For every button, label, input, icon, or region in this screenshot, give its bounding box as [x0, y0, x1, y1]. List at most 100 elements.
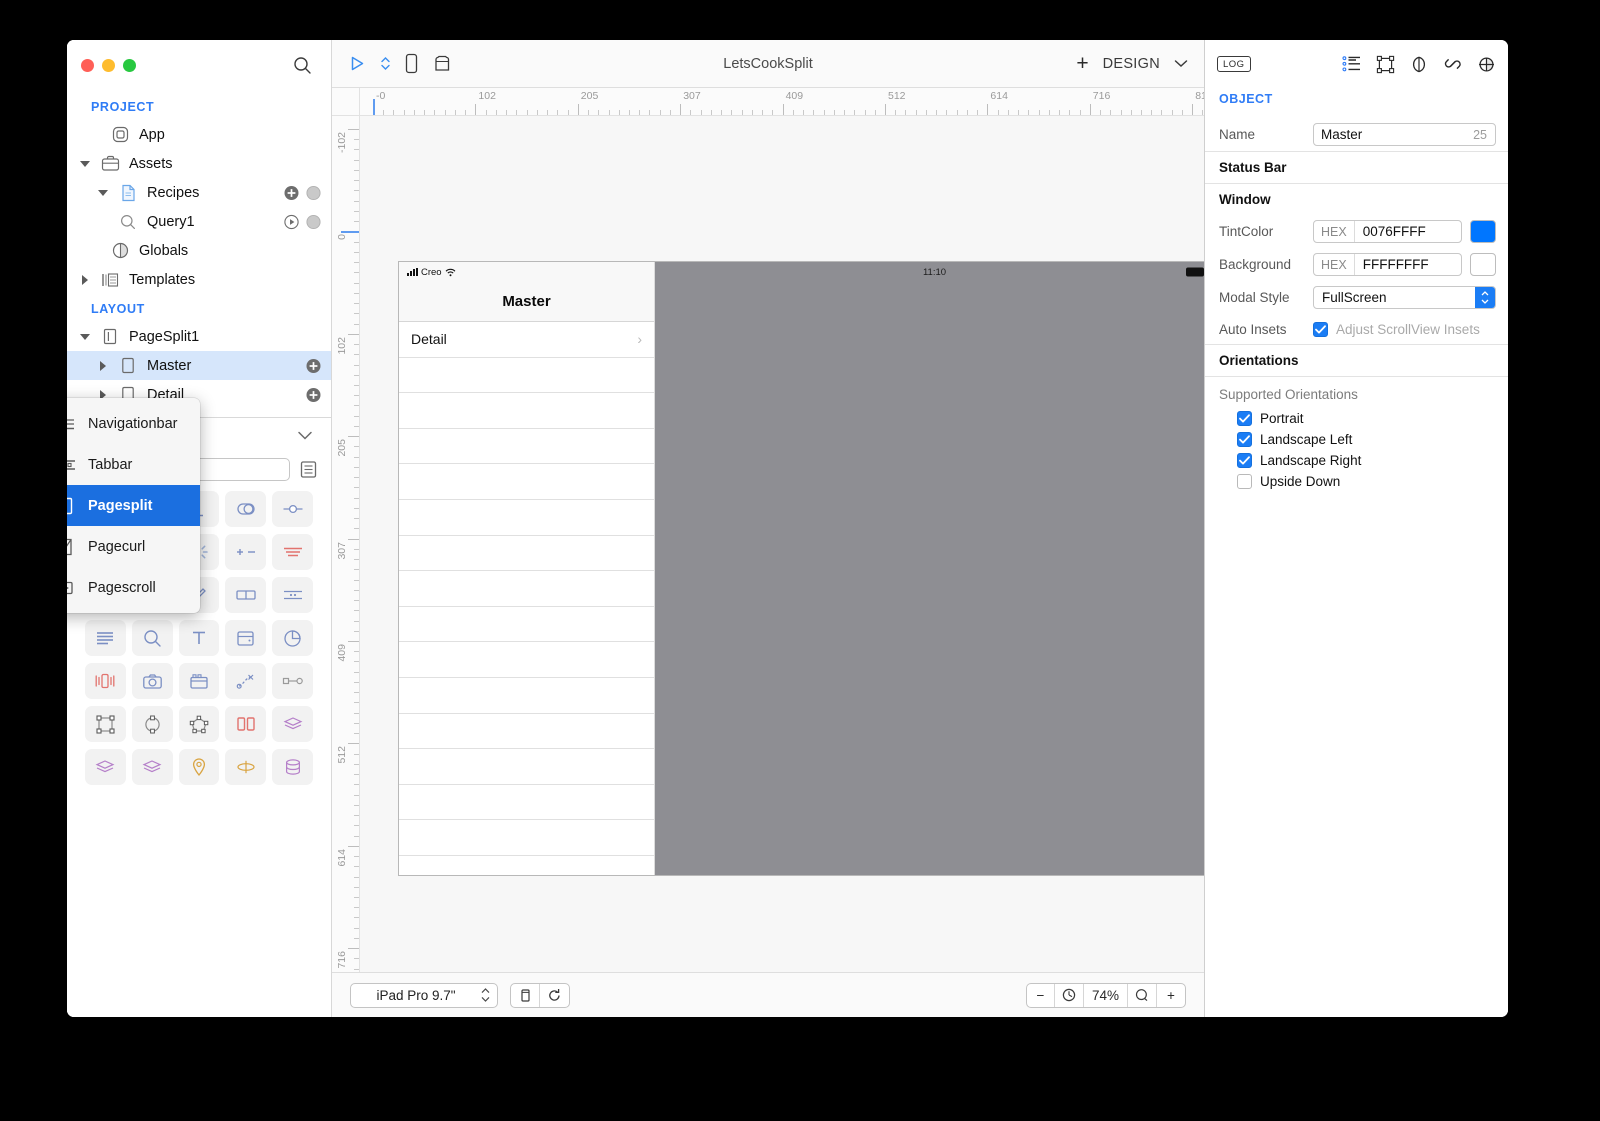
- tree-row-assets[interactable]: Assets: [67, 149, 331, 178]
- stepper-icon[interactable]: [225, 534, 267, 570]
- link-nodes-icon[interactable]: [272, 663, 313, 699]
- camera-icon[interactable]: [131, 663, 173, 699]
- close-window-button[interactable]: [81, 58, 94, 72]
- menu-item-pagesplit[interactable]: Pagesplit: [67, 485, 200, 526]
- device-table-row[interactable]: [399, 856, 654, 875]
- polygon-node-icon[interactable]: [178, 706, 220, 742]
- artboard-area[interactable]: Creo Master Detail › 11:10: [360, 116, 1204, 972]
- menu-item-tabbar[interactable]: Tabbar: [67, 444, 200, 485]
- card-icon[interactable]: [225, 620, 267, 656]
- search-icon[interactable]: [291, 54, 313, 76]
- style-icon[interactable]: [1409, 55, 1429, 74]
- transform-icon[interactable]: [85, 706, 126, 742]
- device-table-row[interactable]: [399, 642, 654, 678]
- circle-node-icon[interactable]: [131, 706, 173, 742]
- window-header[interactable]: Window: [1205, 184, 1508, 215]
- tree-row-recipes[interactable]: Recipes: [67, 178, 331, 207]
- layers-icon[interactable]: [272, 706, 313, 742]
- device-table-row[interactable]: [399, 714, 654, 750]
- orientation-landscape-left-checkbox[interactable]: [1237, 432, 1252, 447]
- device-preview-icon[interactable]: [404, 53, 419, 74]
- status-bar-header[interactable]: Status Bar: [1205, 151, 1508, 184]
- add-recipe-plus-icon[interactable]: [284, 185, 299, 200]
- recipe-status-circle-icon[interactable]: [306, 185, 321, 200]
- database-icon[interactable]: [272, 749, 313, 785]
- device-table-row[interactable]: [399, 607, 654, 643]
- bindings-link-icon[interactable]: [1443, 55, 1463, 73]
- twisty-master[interactable]: [95, 351, 111, 380]
- orientation-icon[interactable]: [511, 983, 540, 1007]
- tree-row-globals[interactable]: Globals: [67, 236, 331, 265]
- orientation-landscape-right-row[interactable]: Landscape Right: [1205, 450, 1508, 471]
- zoom-fit-icon[interactable]: [1055, 983, 1084, 1007]
- tree-row-pagesplit1[interactable]: PageSplit1: [67, 322, 331, 351]
- device-table-row[interactable]: [399, 464, 654, 500]
- device-table-row[interactable]: Detail ›: [399, 322, 654, 358]
- slider-icon[interactable]: [272, 491, 313, 527]
- background-swatch[interactable]: [1470, 253, 1496, 276]
- switch-icon[interactable]: [225, 491, 267, 527]
- twisty-assets[interactable]: [77, 149, 93, 178]
- background-hex-field[interactable]: HEX FFFFFFFF: [1313, 253, 1462, 276]
- run-query-play-icon[interactable]: [284, 214, 299, 229]
- device-table-row[interactable]: [399, 429, 654, 465]
- modal-style-select[interactable]: FullScreen: [1313, 286, 1496, 309]
- device-preview[interactable]: Creo Master Detail › 11:10: [398, 261, 1204, 876]
- add-child-plus-icon[interactable]: [306, 387, 321, 402]
- chevron-down-icon[interactable]: [1174, 59, 1188, 68]
- orbit-icon[interactable]: [225, 749, 267, 785]
- vertical-ruler[interactable]: -102010220530740951261471681992192: [332, 116, 360, 972]
- zoom-out-button[interactable]: −: [1027, 983, 1055, 1007]
- device-table-row[interactable]: [399, 393, 654, 429]
- properties-list-icon[interactable]: [1342, 55, 1362, 73]
- tintcolor-hex-field[interactable]: HEX 0076FFFF: [1313, 220, 1462, 243]
- design-mode-label[interactable]: DESIGN: [1103, 56, 1160, 72]
- add-page-button[interactable]: +: [1076, 53, 1088, 74]
- updown-stepper-icon[interactable]: [380, 54, 391, 73]
- twisty-recipes[interactable]: [95, 178, 111, 207]
- actions-icon[interactable]: [1477, 55, 1496, 74]
- list-lines-icon[interactable]: [85, 620, 126, 656]
- columns-icon[interactable]: [225, 706, 267, 742]
- device-table-row[interactable]: [399, 536, 654, 572]
- orientation-portrait-row[interactable]: Portrait: [1205, 408, 1508, 429]
- toolbar-icon[interactable]: [272, 577, 313, 613]
- tree-row-query1[interactable]: Query1: [67, 207, 331, 236]
- layers-icon[interactable]: [131, 749, 173, 785]
- chevron-down-icon[interactable]: [297, 428, 313, 446]
- zoom-actual-icon[interactable]: [1128, 983, 1157, 1007]
- horizontal-ruler[interactable]: -010220530740951261471681992110: [332, 88, 1204, 116]
- orientation-portrait-checkbox[interactable]: [1237, 411, 1252, 426]
- twisty-pagesplit1[interactable]: [77, 322, 93, 351]
- device-table-row[interactable]: [399, 785, 654, 821]
- zoom-window-button[interactable]: [123, 58, 136, 72]
- orientation-upside-down-row[interactable]: Upside Down: [1205, 471, 1508, 492]
- device-table-row[interactable]: [399, 571, 654, 607]
- device-table-row[interactable]: [399, 678, 654, 714]
- tree-row-master[interactable]: Master: [67, 351, 331, 380]
- device-table-row[interactable]: [399, 749, 654, 785]
- orientation-upside-down-checkbox[interactable]: [1237, 474, 1252, 489]
- auto-insets-checkbox[interactable]: [1313, 321, 1328, 337]
- device-table-row[interactable]: [399, 500, 654, 536]
- menu-item-pagecurl[interactable]: Pagecurl: [67, 526, 200, 567]
- name-field[interactable]: Master 25: [1313, 123, 1496, 146]
- orientation-landscape-left-row[interactable]: Landscape Left: [1205, 429, 1508, 450]
- log-button[interactable]: LOG: [1217, 56, 1251, 72]
- text-t-icon[interactable]: [178, 620, 220, 656]
- video-icon[interactable]: [178, 663, 220, 699]
- rotate-icon[interactable]: [540, 984, 569, 1007]
- zoom-in-button[interactable]: +: [1157, 984, 1185, 1007]
- motion-icon[interactable]: [225, 663, 267, 699]
- search-icon[interactable]: [131, 620, 173, 656]
- play-run-icon[interactable]: [348, 54, 367, 73]
- tree-row-app[interactable]: App: [67, 120, 331, 149]
- orientations-header[interactable]: Orientations: [1205, 344, 1508, 377]
- piechart-icon[interactable]: [272, 620, 313, 656]
- snapshot-icon[interactable]: [432, 53, 453, 74]
- device-selector[interactable]: iPad Pro 9.7": [350, 982, 498, 1008]
- twisty-templates[interactable]: [77, 265, 93, 294]
- device-table-row[interactable]: [399, 358, 654, 394]
- add-child-plus-icon[interactable]: [306, 358, 321, 373]
- device-table-row[interactable]: [399, 820, 654, 856]
